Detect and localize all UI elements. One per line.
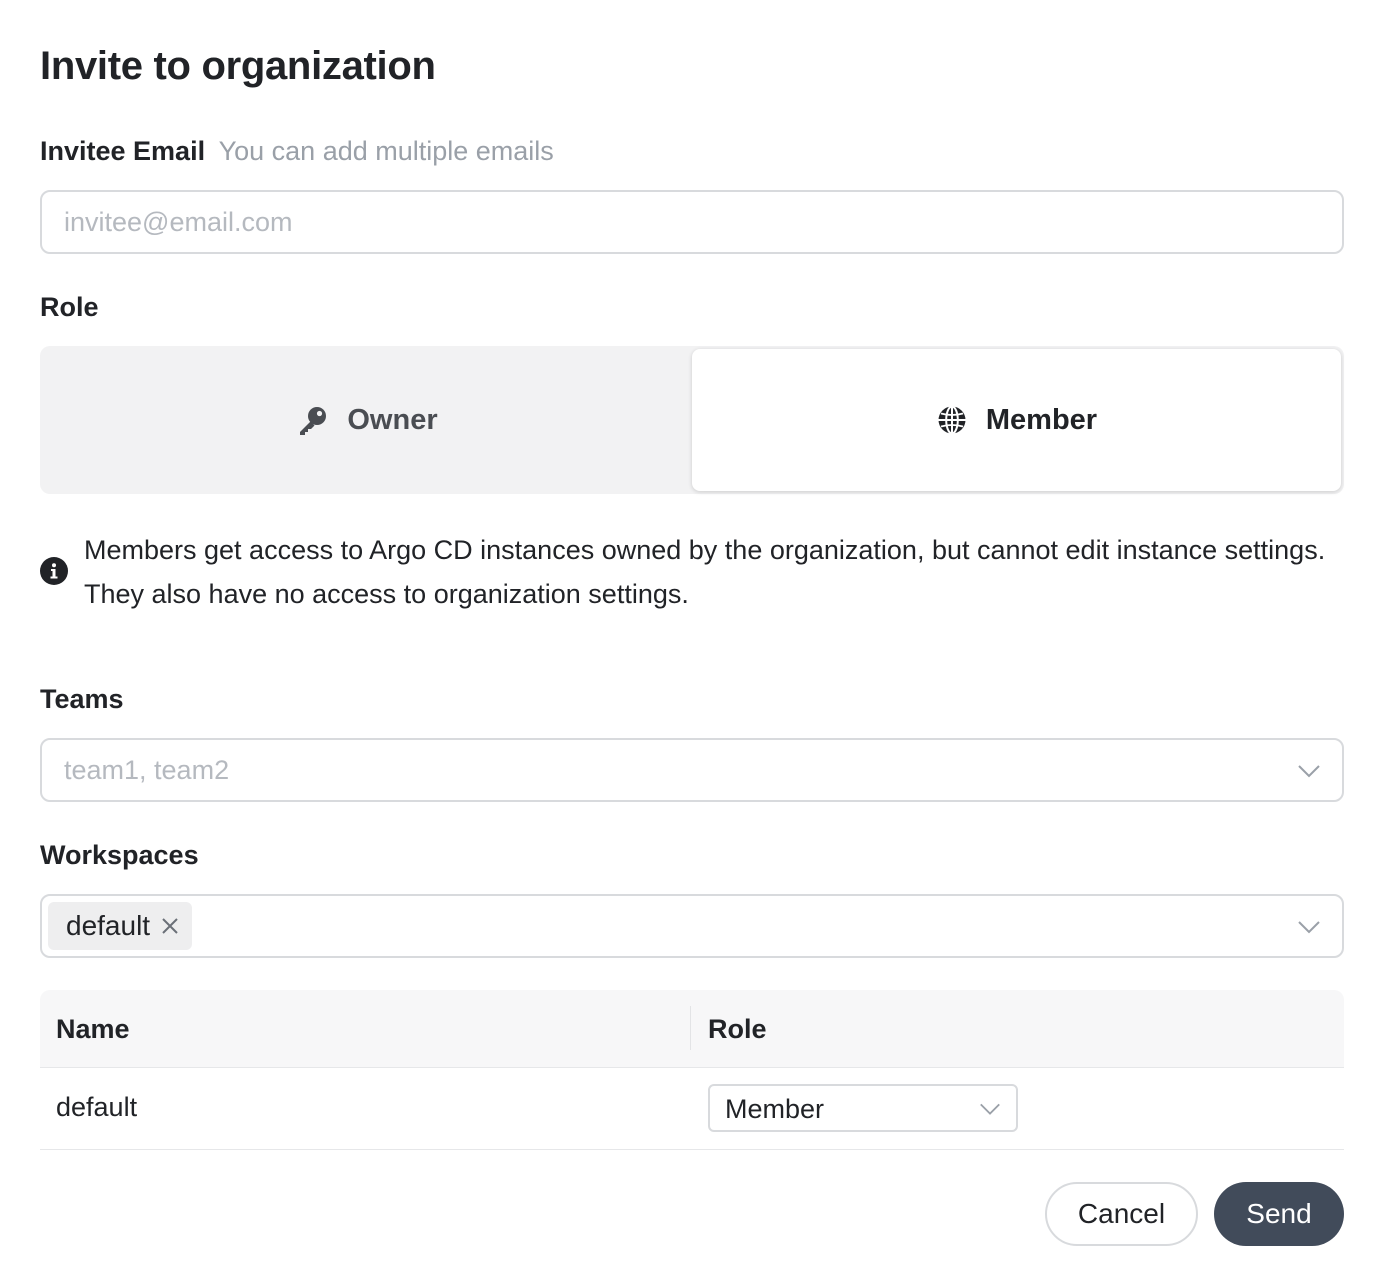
column-header-name: Name bbox=[56, 1014, 130, 1044]
chevron-down-icon bbox=[1296, 914, 1322, 940]
workspaces-select[interactable]: default bbox=[40, 894, 1344, 958]
key-icon bbox=[297, 404, 329, 436]
email-label-text: Invitee Email bbox=[40, 136, 206, 166]
teams-placeholder: team1, team2 bbox=[64, 755, 230, 785]
email-label: Invitee Email You can add multiple email… bbox=[40, 136, 554, 167]
column-divider bbox=[690, 1006, 691, 1050]
workspace-tag: default bbox=[48, 902, 193, 950]
close-icon[interactable] bbox=[160, 916, 180, 936]
dialog-title: Invite to organization bbox=[40, 44, 436, 88]
info-icon bbox=[40, 557, 68, 585]
role-option-member-label: Member bbox=[985, 403, 1098, 436]
invite-dialog: Invite to organization Invitee Email You… bbox=[0, 0, 1380, 1284]
role-label: Role bbox=[40, 292, 99, 322]
workspaces-label: Workspaces bbox=[40, 840, 199, 870]
chevron-down-icon bbox=[978, 1097, 1002, 1121]
role-segmented-control: Owner Member bbox=[40, 346, 1344, 494]
workspace-role-table: Name Role default Member bbox=[40, 990, 1344, 1150]
chevron-down-icon bbox=[1296, 758, 1322, 784]
table-row: default Member bbox=[40, 1068, 1344, 1150]
workspace-name-cell: default bbox=[56, 1092, 138, 1122]
email-hint: You can add multiple emails bbox=[218, 136, 554, 166]
workspace-role-value: Member bbox=[725, 1094, 825, 1124]
workspace-role-select[interactable]: Member bbox=[708, 1084, 1018, 1132]
cancel-button[interactable]: Cancel bbox=[1045, 1182, 1198, 1246]
globe-icon bbox=[936, 404, 968, 436]
table-header: Name Role bbox=[40, 990, 1344, 1068]
teams-label: Teams bbox=[40, 684, 124, 714]
role-option-owner-label: Owner bbox=[347, 403, 438, 436]
teams-select[interactable]: team1, team2 bbox=[40, 738, 1344, 802]
email-input[interactable] bbox=[40, 190, 1344, 254]
role-option-member[interactable]: Member bbox=[692, 349, 1341, 491]
role-description: Members get access to Argo CD instances … bbox=[84, 535, 1326, 609]
column-header-role: Role bbox=[708, 1014, 767, 1044]
workspace-tag-label: default bbox=[66, 910, 151, 941]
send-button[interactable]: Send bbox=[1214, 1182, 1344, 1246]
role-option-owner[interactable]: Owner bbox=[43, 349, 692, 491]
